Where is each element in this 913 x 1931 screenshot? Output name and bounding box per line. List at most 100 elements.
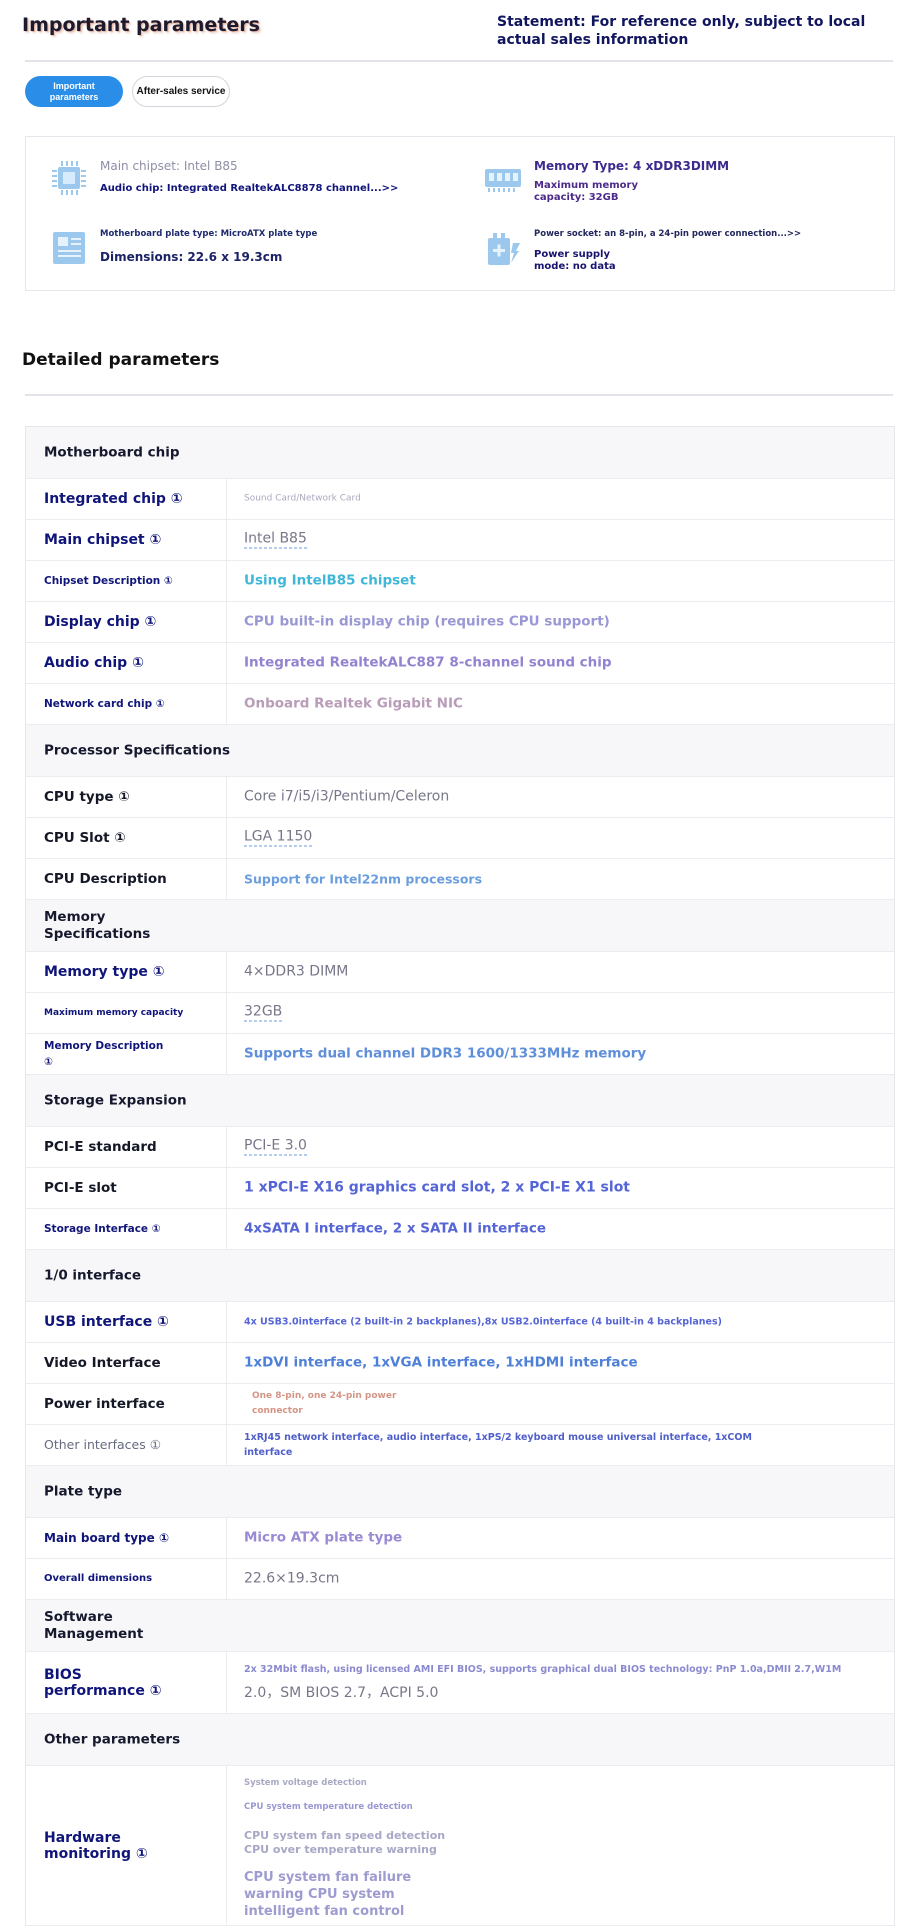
param-key[interactable]: Storage Interface ① — [44, 1221, 161, 1237]
summary-max-memory: Maximum memory capacity: 32GB — [534, 180, 638, 203]
table-row: PCI-E standard PCI-E 3.0 — [26, 1127, 894, 1168]
param-value: 22.6×19.3cm — [244, 1570, 340, 1587]
table-row: Video Interface 1xDVI interface, 1xVGA in… — [26, 1343, 894, 1384]
param-key[interactable]: USB interface ① — [44, 1314, 169, 1330]
summary-dimensions: Dimensions: 22.6 x 19.3cm — [100, 250, 283, 264]
param-key[interactable]: Main chipset ① — [44, 532, 161, 548]
table-row: Other interfaces ① 1xRJ45 network interfa… — [26, 1425, 894, 1466]
param-value: 4xSATA I interface, 2 x SATA II interfac… — [244, 1220, 547, 1237]
param-value: 1 xPCI-E X16 graphics card slot, 2 x PCI… — [244, 1179, 630, 1196]
param-key[interactable]: CPU Slot ① — [44, 830, 126, 846]
param-key[interactable]: Display chip ① — [44, 614, 156, 630]
param-key: PCI-E slot — [44, 1180, 117, 1196]
param-key[interactable]: Audio chip ① — [44, 655, 144, 671]
summary-card: Main chipset: Intel B85 Audio chip: Inte… — [25, 136, 895, 291]
param-key: CPU Description — [44, 871, 167, 887]
table-row: Main chipset ① Intel B85 — [26, 520, 894, 561]
param-value: Micro ATX plate type — [244, 1529, 403, 1546]
param-key[interactable]: Other interfaces ① — [44, 1437, 161, 1453]
hw-line-temperature: CPU system temperature detection — [244, 1802, 413, 1812]
table-row: Display chip ① CPU built-in display chip … — [26, 602, 894, 643]
param-value[interactable]: LGA 1150 — [244, 829, 313, 847]
param-key[interactable]: CPU type ① — [44, 789, 130, 805]
param-key[interactable]: Integrated chip ① — [44, 491, 183, 507]
table-row: Main board type ① Micro ATX plate type — [26, 1518, 894, 1559]
page-title: Important parameters — [22, 14, 260, 36]
tab-after-sales-service[interactable]: After-sales service — [132, 76, 230, 107]
param-value: Core i7/i5/i3/Pentium/Celeron — [244, 788, 450, 805]
param-key[interactable]: Main board type ① — [44, 1530, 169, 1546]
param-key[interactable]: Network card chip ① — [44, 696, 165, 712]
section-header: Motherboard chip — [26, 427, 894, 479]
param-key: PCI-E standard — [44, 1139, 157, 1155]
param-value[interactable]: 32GB — [244, 1004, 283, 1022]
table-row: CPU Description Support for Intel22nm pro… — [26, 859, 894, 900]
param-key[interactable]: Memory Description ① — [44, 1038, 174, 1070]
section-header: Plate type — [26, 1466, 894, 1518]
summary-memory-type: Memory Type: 4 xDDR3DIMM — [534, 159, 730, 173]
table-row: USB interface ① 4x USB3.0interface (2 bui… — [26, 1302, 894, 1343]
hw-line-voltage: System voltage detection — [244, 1778, 367, 1788]
bios-line-2: 2.0，SM BIOS 2.7，ACPI 5.0 — [244, 1685, 439, 1701]
divider — [25, 394, 893, 396]
section-header: Other parameters — [26, 1714, 894, 1766]
summary-audio-chip[interactable]: Audio chip: Integrated RealtekALC8878 ch… — [100, 183, 398, 194]
table-row: Network card chip ① Onboard Realtek Gigab… — [26, 684, 894, 725]
summary-power-socket[interactable]: Power socket: an 8-pin, a 24-pin power c… — [534, 229, 801, 239]
tab-important-parameters[interactable]: Important parameters — [25, 76, 123, 107]
section-header: Processor Specifications — [26, 725, 894, 777]
table-row: Memory Description ① Supports dual channe… — [26, 1034, 894, 1075]
board-icon — [53, 232, 85, 264]
param-value: Using IntelB85 chipset — [244, 572, 416, 589]
chip-icon — [52, 161, 86, 195]
table-row: BIOS performance ① 2x 32Mbit flash, usin… — [26, 1652, 894, 1714]
table-row: Chipset Description ① Using IntelB85 chip… — [26, 561, 894, 602]
table-row: PCI-E slot 1 xPCI-E X16 graphics card slo… — [26, 1168, 894, 1209]
param-value: 2x 32Mbit flash, using licensed AMI EFI … — [244, 1662, 841, 1701]
param-key[interactable]: Chipset Description ① — [44, 573, 173, 589]
param-value: Integrated RealtekALC887 8-channel sound… — [244, 654, 612, 671]
table-row: Hardware monitoring ① System voltage det… — [26, 1766, 894, 1926]
param-value: Support for Intel22nm processors — [244, 871, 483, 887]
param-value: Onboard Realtek Gigabit NIC — [244, 695, 463, 712]
section-title: Processor Specifications — [44, 742, 230, 758]
param-value: 1xDVI interface, 1xVGA interface, 1xHDMI… — [244, 1354, 638, 1371]
parameters-table: Motherboard chip Integrated chip ① Sound … — [25, 426, 895, 1926]
table-row: Power interface One 8-pin, one 24-pin pow… — [26, 1384, 894, 1425]
table-row: Audio chip ① Integrated RealtekALC887 8-c… — [26, 643, 894, 684]
param-key[interactable]: BIOS performance ① — [44, 1667, 174, 1699]
param-value: One 8-pin, one 24-pin power connector — [252, 1391, 397, 1416]
hw-line-fan-failure: CPU system fan failure warning CPU syste… — [244, 1870, 412, 1919]
param-key: Overall dimensions — [44, 1573, 153, 1584]
section-header: Storage Expansion — [26, 1075, 894, 1127]
param-key[interactable]: Memory type ① — [44, 964, 165, 980]
section-header: Software Management — [26, 1600, 894, 1652]
summary-main-chipset: Main chipset: Intel B85 — [100, 159, 238, 173]
hw-line-fan-speed: CPU system fan speed detection CPU over … — [244, 1829, 446, 1856]
summary-power-supply: Power supply mode: no data — [534, 249, 616, 272]
param-value: 4×DDR3 DIMM — [244, 963, 349, 980]
section-title: Motherboard chip — [44, 444, 180, 460]
param-key: Video Interface — [44, 1355, 161, 1371]
tab-label: Important parameters — [49, 81, 99, 102]
section-header: 1/0 interface — [26, 1250, 894, 1302]
param-value[interactable]: PCI-E 3.0 — [244, 1138, 307, 1156]
power-icon — [488, 233, 520, 265]
param-value: 4x USB3.0interface (2 built-in 2 backpla… — [244, 1316, 722, 1328]
param-value[interactable]: Intel B85 — [244, 531, 307, 549]
table-row: CPU Slot ① LGA 1150 — [26, 818, 894, 859]
table-row: Integrated chip ① Sound Card/Network Card — [26, 479, 894, 520]
section-title: Plate type — [44, 1483, 123, 1499]
table-row: Memory type ① 4×DDR3 DIMM — [26, 952, 894, 993]
divider — [25, 60, 893, 62]
param-value: CPU built-in display chip (requires CPU … — [244, 613, 610, 630]
memory-icon — [485, 169, 521, 192]
param-key: Maximum memory capacity — [44, 1008, 184, 1018]
param-value: Supports dual channel DDR3 1600/1333MHz … — [244, 1045, 647, 1062]
param-key: Power interface — [44, 1396, 165, 1412]
summary-plate-type: Motherboard plate type: MicroATX plate t… — [100, 229, 318, 239]
table-row: Storage Interface ① 4xSATA I interface, 2… — [26, 1209, 894, 1250]
bios-line-1: 2x 32Mbit flash, using licensed AMI EFI … — [244, 1664, 842, 1675]
section-title: Memory Specifications — [44, 908, 151, 942]
param-key[interactable]: Hardware monitoring ① — [44, 1830, 174, 1862]
